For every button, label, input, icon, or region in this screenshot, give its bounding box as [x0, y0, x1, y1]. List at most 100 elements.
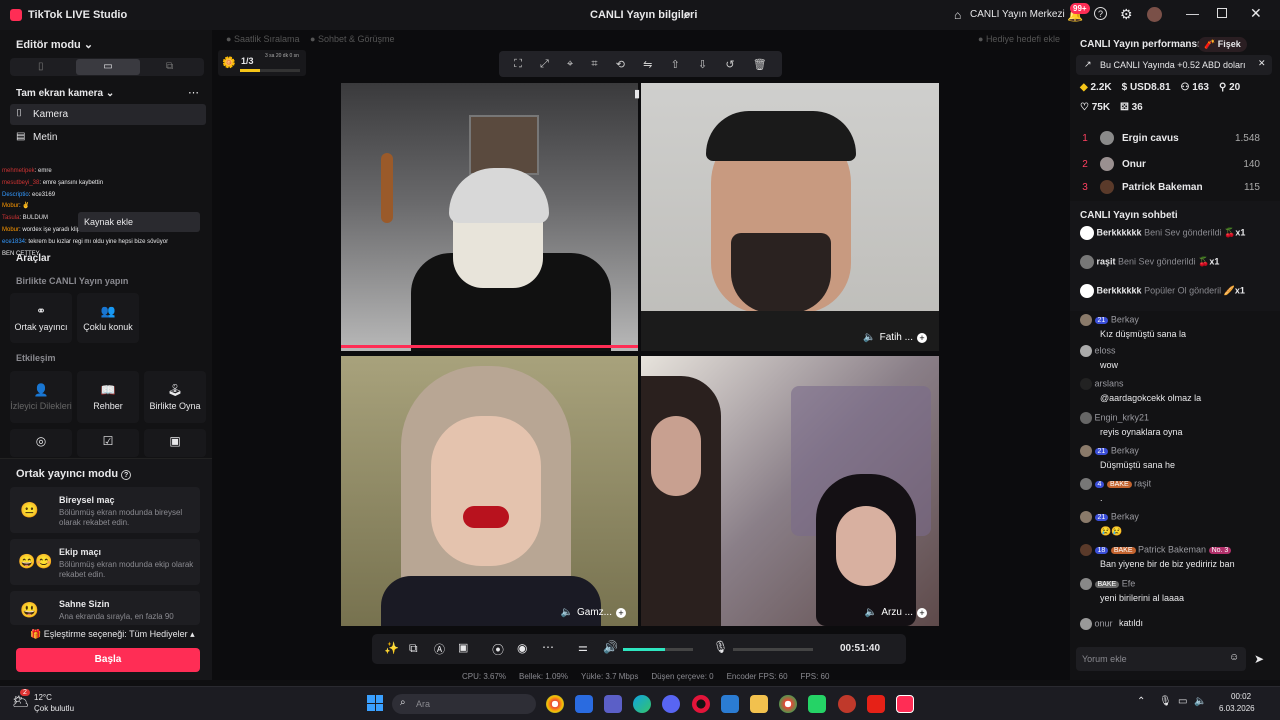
emoji-icon[interactable]: ☺ [1229, 652, 1239, 663]
mode-card-team[interactable]: 😄😊 Ekip maçı Bölünmüş ekran modunda ekip… [10, 539, 200, 585]
crop-icon[interactable]: ⌗ [591, 58, 597, 71]
send-icon[interactable]: ➤ [1254, 652, 1264, 666]
ranking-row[interactable]: 2 Onur 140 [1070, 151, 1280, 177]
video-host[interactable] [341, 83, 638, 351]
chat-message[interactable]: 21 Berkay 😢😢 [1080, 511, 1270, 537]
cohost-button[interactable]: ⚭ Ortak yayıncı [10, 293, 72, 343]
live-center-link[interactable]: CANLI Yayın Merkezi [970, 9, 1065, 20]
more-icon[interactable]: ⋯ [542, 640, 554, 654]
chat-message[interactable]: 18 BAKE Patrick Bakeman No. 3 Ban yiyene… [1080, 544, 1270, 569]
center-icon[interactable]: ⌖ [567, 58, 573, 71]
chat-message[interactable]: eloss wow [1080, 345, 1270, 370]
chrome-alt-icon[interactable] [779, 695, 797, 713]
chrome-icon[interactable] [546, 695, 564, 713]
viewer-wishes-button[interactable]: 👤 İzleyici Dilekleri [10, 371, 72, 423]
share-icon[interactable]: ↗ [682, 9, 691, 22]
home-icon[interactable]: ⌂ [954, 8, 961, 22]
close-icon[interactable]: ✕ [1250, 5, 1262, 22]
goal-widget[interactable]: 🌼 1/3 3 sa 20 dk 0 sn [218, 50, 306, 76]
app-icon[interactable] [838, 695, 856, 713]
mode-card-individual[interactable]: 😐 Bireysel maç Bölünmüş ekran modunda bi… [10, 487, 200, 533]
windows-start-icon[interactable] [367, 695, 383, 711]
youtube-icon[interactable] [867, 695, 885, 713]
editor-mode-dropdown[interactable]: Editör modu ⌄ [16, 38, 93, 51]
fit-screen-icon[interactable]: ⛶ [514, 58, 522, 71]
mode-card-stage[interactable]: 😃 Sahne Sizin Ana ekranda sırayla, en fa… [10, 591, 200, 625]
volume-slider[interactable] [623, 648, 693, 651]
gift-goal-tab[interactable]: ● Hediye hedefi ekle [978, 34, 1060, 44]
store-icon[interactable] [575, 695, 593, 713]
edge-icon[interactable] [633, 695, 651, 713]
comment-input[interactable]: Yorum ekle ☺ [1076, 647, 1246, 671]
guide-button[interactable]: 📖 Rehber [77, 371, 139, 423]
expand-icon[interactable]: ⤢ [540, 58, 549, 71]
match-option-dropdown[interactable]: 🎁 Eşleştirme seçeneği: Tüm Hediyeler ▴ [30, 629, 195, 640]
add-source-button[interactable]: Kaynak ekle [78, 212, 200, 232]
clock-date[interactable]: 6.03.2026 [1219, 704, 1255, 713]
chat-message[interactable]: 21 Berkay Kız düşmüştü sana la [1080, 314, 1270, 339]
profile-avatar[interactable] [1147, 7, 1162, 22]
microphone-icon[interactable]: 🎙 [713, 640, 728, 654]
ranking-row[interactable]: 1 Ergin cavus 1.548 [1070, 125, 1280, 151]
tray-chevron-icon[interactable]: ⌃ [1137, 696, 1145, 707]
effects-icon[interactable]: ⧉ [409, 641, 418, 656]
video-guest-1[interactable]: 🔈 Fatih ... + [641, 83, 939, 351]
gear-icon[interactable]: ⚙ [1120, 6, 1133, 23]
screenshot-icon[interactable]: ◉ [517, 641, 527, 655]
ranking-row[interactable]: 3 Patrick Bakeman 115 [1070, 177, 1280, 197]
file-explorer-icon[interactable] [750, 695, 768, 713]
portrait-layout-icon[interactable]: ▯ [38, 61, 44, 72]
tool-more-2[interactable]: ☑ [77, 429, 139, 457]
close-banner-icon[interactable]: ✕ [1258, 58, 1266, 69]
guest-2-label[interactable]: 🔈 Gamz... + [561, 607, 626, 618]
whatsapp-icon[interactable] [808, 695, 826, 713]
video-guest-2[interactable]: 🔈 Gamz... + [341, 356, 638, 626]
layer-up-icon[interactable]: ⇧ [671, 58, 680, 71]
tool-more-1[interactable]: ◎ [10, 429, 72, 457]
discord-icon[interactable] [662, 695, 680, 713]
chat-message[interactable]: arslans @aardagokcekk olmaz la [1080, 378, 1270, 403]
volume-icon[interactable]: 🔊 [603, 640, 618, 654]
camera-section-header[interactable]: Tam ekran kamera ⌄ [16, 88, 114, 99]
chat-message[interactable]: Engin_krky21 reyis oynaklara oyna [1080, 412, 1270, 437]
rotate-icon[interactable]: ⟲ [616, 58, 625, 71]
firework-button[interactable]: 🧨 Fişek [1198, 37, 1247, 52]
landscape-layout-icon[interactable]: ▭ [76, 59, 140, 75]
teams-icon[interactable] [604, 695, 622, 713]
hourly-rank-tab[interactable]: ● Saatlik Sıralama [226, 34, 299, 44]
clock-time[interactable]: 00:02 [1231, 692, 1251, 701]
magic-wand-icon[interactable]: ✨ [384, 641, 399, 655]
start-match-button[interactable]: Başla [16, 648, 200, 672]
more-icon[interactable]: ⋯ [188, 86, 199, 99]
info-icon[interactable]: ? [121, 470, 132, 480]
chat-call-tab[interactable]: ● Sohbet & Görüşme [310, 34, 394, 44]
minimize-icon[interactable]: — [1186, 6, 1199, 21]
dual-layout-icon[interactable]: ⧉ [166, 61, 173, 72]
chat-message[interactable]: BAKE Efe yeni birilerini al laaaa [1080, 578, 1270, 603]
flip-icon[interactable]: ⇋ [643, 58, 652, 71]
trash-icon[interactable]: 🗑 [753, 58, 767, 71]
ai-icon[interactable]: Ⓐ [434, 641, 445, 657]
video-guest-3[interactable]: 🔈 Arzu ... + [641, 356, 939, 626]
help-icon[interactable]: ? [1094, 7, 1107, 20]
play-together-button[interactable]: 🕹 Birlikte Oyna [144, 371, 206, 423]
speaker-tray-icon[interactable]: 🔈 [1194, 696, 1206, 707]
settings-sliders-icon[interactable]: ⚌ [578, 641, 588, 654]
maximize-icon[interactable] [1217, 8, 1227, 18]
mic-tray-icon[interactable]: 🎙 [1159, 696, 1172, 707]
chat-message[interactable]: 4 BAKE raşit . [1080, 478, 1270, 503]
taskbar-search[interactable]: ⌕ Ara [392, 694, 536, 714]
chat-message[interactable]: onur katıldı [1080, 618, 1270, 630]
tiktok-taskbar-icon[interactable] [896, 695, 914, 713]
caption-icon[interactable]: ▣ [458, 641, 468, 654]
network-icon[interactable]: ▭ [1178, 696, 1187, 707]
tool-more-3[interactable]: ▣ [144, 429, 206, 457]
source-camera-item[interactable]: ⌷ Kamera [10, 104, 206, 125]
guest-1-label[interactable]: 🔈 Fatih ... + [863, 332, 927, 343]
guest-3-label[interactable]: 🔈 Arzu ... + [865, 607, 927, 618]
layer-down-icon[interactable]: ⇩ [698, 58, 707, 71]
source-text-item[interactable]: ▤ Metin [10, 127, 206, 148]
record-icon[interactable]: ⦿ [492, 641, 504, 658]
multi-guest-button[interactable]: 👥 Çoklu konuk [77, 293, 139, 343]
mic-slider[interactable] [733, 648, 813, 651]
